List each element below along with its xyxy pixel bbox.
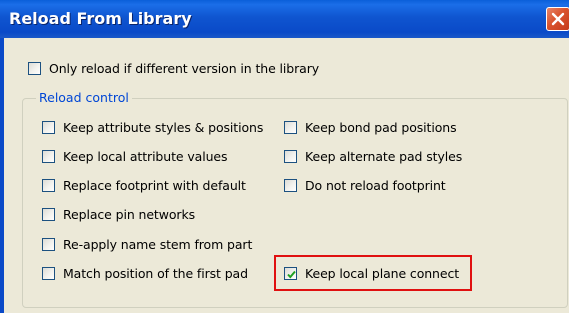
keep-alternate-pad-styles-checkbox[interactable] <box>284 149 297 163</box>
window-title: Reload From Library <box>9 9 192 28</box>
replace-footprint-option[interactable]: Replace footprint with default <box>42 176 246 194</box>
match-first-pad-checkbox[interactable] <box>42 266 55 280</box>
keep-attribute-styles-checkbox[interactable] <box>42 120 55 134</box>
close-button[interactable] <box>546 7 569 31</box>
keep-alternate-pad-styles-option[interactable]: Keep alternate pad styles <box>284 147 462 165</box>
do-not-reload-footprint-option[interactable]: Do not reload footprint <box>284 176 446 194</box>
only-reload-different-version-option[interactable]: Only reload if different version in the … <box>28 59 319 77</box>
match-first-pad-label: Match position of the first pad <box>63 265 248 281</box>
replace-footprint-label: Replace footprint with default <box>63 177 246 193</box>
reapply-name-stem-checkbox[interactable] <box>42 237 55 251</box>
keep-local-attribute-values-option[interactable]: Keep local attribute values <box>42 147 228 165</box>
keep-attribute-styles-option[interactable]: Keep attribute styles & positions <box>42 118 263 136</box>
reapply-name-stem-label: Re-apply name stem from part <box>63 236 253 252</box>
keep-bond-pad-positions-option[interactable]: Keep bond pad positions <box>284 118 457 136</box>
title-bar[interactable]: Reload From Library <box>0 0 569 38</box>
replace-footprint-checkbox[interactable] <box>42 178 55 192</box>
only-reload-different-version-label: Only reload if different version in the … <box>49 60 320 76</box>
keep-attribute-styles-label: Keep attribute styles & positions <box>63 119 264 135</box>
do-not-reload-footprint-label: Do not reload footprint <box>305 177 446 193</box>
keep-bond-pad-positions-checkbox[interactable] <box>284 120 297 134</box>
match-first-pad-option[interactable]: Match position of the first pad <box>42 264 248 282</box>
keep-local-attribute-values-checkbox[interactable] <box>42 149 55 163</box>
highlight-box <box>274 255 472 291</box>
only-reload-different-version-checkbox[interactable] <box>28 61 41 75</box>
keep-bond-pad-positions-label: Keep bond pad positions <box>305 119 457 135</box>
reload-control-legend: Reload control <box>36 90 132 105</box>
replace-pin-networks-label: Replace pin networks <box>63 206 195 222</box>
replace-pin-networks-option[interactable]: Replace pin networks <box>42 205 195 223</box>
do-not-reload-footprint-checkbox[interactable] <box>284 178 297 192</box>
replace-pin-networks-checkbox[interactable] <box>42 207 55 221</box>
window-frame <box>0 38 4 313</box>
keep-alternate-pad-styles-label: Keep alternate pad styles <box>305 148 463 164</box>
keep-local-attribute-values-label: Keep local attribute values <box>63 148 228 164</box>
reapply-name-stem-option[interactable]: Re-apply name stem from part <box>42 235 252 253</box>
